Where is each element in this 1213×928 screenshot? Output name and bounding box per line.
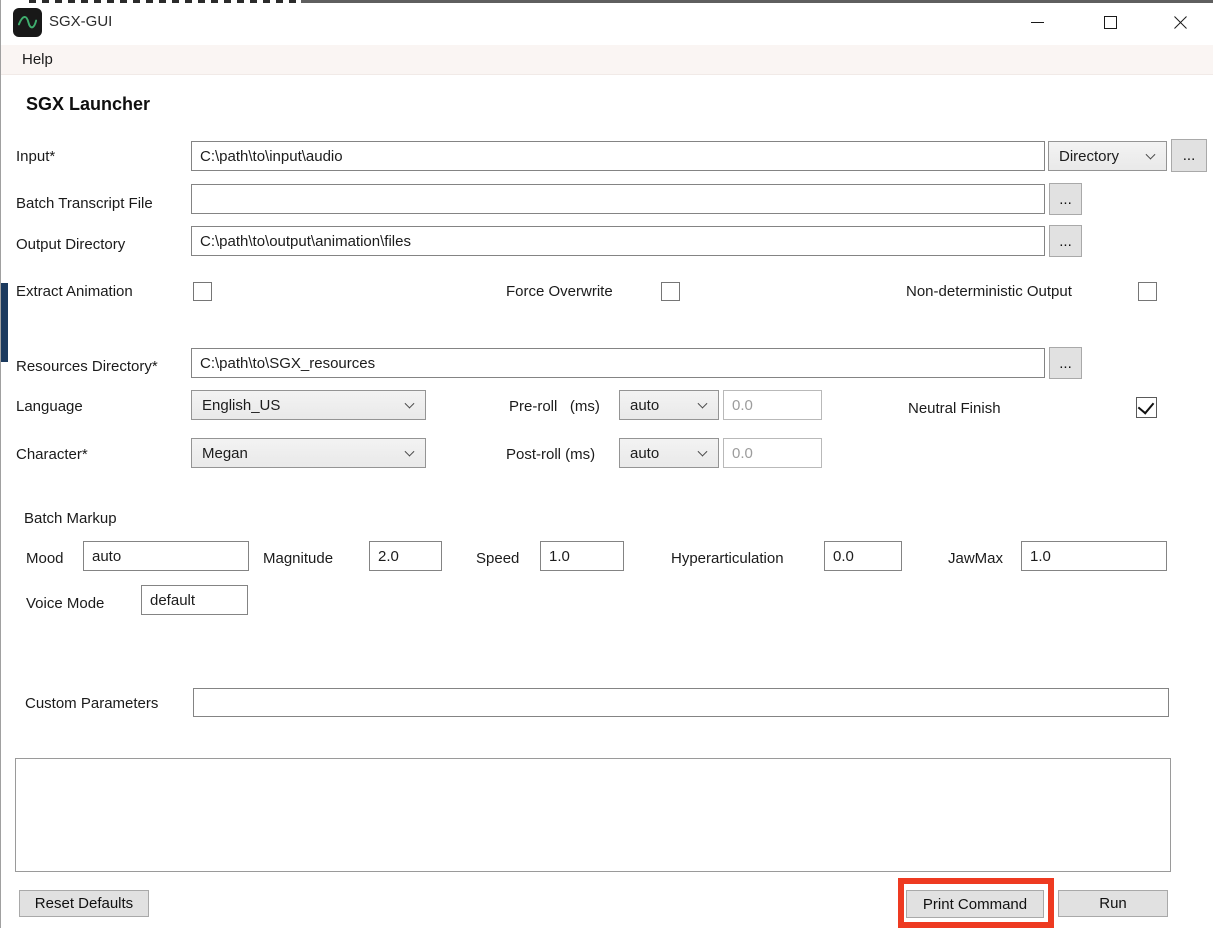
force-overwrite-label: Force Overwrite	[506, 283, 613, 300]
non-deterministic-label: Non-deterministic Output	[906, 283, 1072, 300]
character-value: Megan	[202, 445, 248, 462]
pre-roll-value-field[interactable]	[723, 390, 822, 420]
batch-markup-heading: Batch Markup	[24, 510, 117, 527]
chevron-down-icon	[1146, 150, 1156, 160]
close-button[interactable]	[1157, 0, 1203, 45]
mood-label: Mood	[26, 550, 64, 567]
output-directory-label: Output Directory	[16, 236, 125, 253]
sine-wave-icon	[16, 11, 39, 34]
post-roll-mode-value: auto	[630, 445, 659, 462]
input-label: Input*	[16, 148, 55, 165]
desktop-artifact-strip	[301, 0, 1213, 3]
magnitude-label: Magnitude	[263, 550, 333, 567]
extract-animation-label: Extract Animation	[16, 283, 133, 300]
jawmax-label: JawMax	[948, 550, 1003, 567]
chevron-down-icon	[405, 447, 415, 457]
jawmax-field[interactable]	[1021, 541, 1167, 571]
voice-mode-label: Voice Mode	[26, 595, 104, 612]
pre-roll-label: Pre-roll (ms)	[509, 398, 600, 415]
language-label: Language	[16, 398, 83, 415]
output-directory-browse-button[interactable]: ...	[1049, 225, 1082, 257]
app-icon	[13, 8, 42, 37]
post-roll-value-field[interactable]	[723, 438, 822, 468]
neutral-finish-checkbox[interactable]	[1136, 397, 1157, 418]
batch-transcript-browse-button[interactable]: ...	[1049, 183, 1082, 215]
magnitude-field[interactable]	[369, 541, 442, 571]
maximize-button[interactable]	[1087, 0, 1133, 45]
character-label: Character*	[16, 446, 88, 463]
pre-roll-mode-value: auto	[630, 397, 659, 414]
custom-parameters-label: Custom Parameters	[25, 695, 158, 712]
titlebar: SGX-GUI	[1, 0, 1213, 45]
maximize-icon	[1104, 16, 1117, 29]
custom-parameters-field[interactable]	[193, 688, 1169, 717]
post-roll-label: Post-roll (ms)	[506, 446, 595, 463]
menubar: Help	[1, 45, 1213, 75]
language-value: English_US	[202, 397, 280, 414]
non-deterministic-checkbox[interactable]	[1138, 282, 1157, 301]
resources-directory-label: Resources Directory*	[16, 358, 158, 375]
pre-roll-mode-select[interactable]: auto	[619, 390, 719, 420]
speed-label: Speed	[476, 550, 519, 567]
mood-field[interactable]	[83, 541, 249, 571]
language-select[interactable]: English_US	[191, 390, 426, 420]
window-title: SGX-GUI	[49, 13, 112, 30]
voice-mode-field[interactable]	[141, 585, 248, 615]
resources-directory-field[interactable]	[191, 348, 1045, 378]
print-command-button[interactable]: Print Command	[906, 890, 1044, 918]
hyperarticulation-field[interactable]	[824, 541, 902, 571]
batch-transcript-label: Batch Transcript File	[16, 195, 153, 212]
hyperarticulation-label: Hyperarticulation	[671, 550, 784, 567]
input-path-field[interactable]	[191, 141, 1045, 171]
minimize-button[interactable]	[1014, 0, 1060, 45]
neutral-finish-label: Neutral Finish	[908, 400, 1001, 417]
console-output[interactable]	[15, 758, 1171, 872]
run-button[interactable]: Run	[1058, 890, 1168, 917]
batch-transcript-field[interactable]	[191, 184, 1045, 214]
minimize-icon	[1031, 22, 1044, 23]
close-icon	[1173, 15, 1188, 30]
chevron-down-icon	[698, 447, 708, 457]
speed-field[interactable]	[540, 541, 624, 571]
page-title: SGX Launcher	[26, 94, 150, 115]
character-select[interactable]: Megan	[191, 438, 426, 468]
app-window: SGX-GUI Help SGX Launcher Input* Directo…	[0, 0, 1213, 928]
input-mode-select[interactable]: Directory	[1048, 141, 1167, 171]
background-window-fragment	[1, 283, 8, 362]
force-overwrite-checkbox[interactable]	[661, 282, 680, 301]
post-roll-mode-select[interactable]: auto	[619, 438, 719, 468]
input-mode-value: Directory	[1059, 148, 1119, 165]
chevron-down-icon	[405, 399, 415, 409]
resources-directory-browse-button[interactable]: ...	[1049, 347, 1082, 379]
menu-help[interactable]: Help	[16, 49, 59, 70]
input-browse-button[interactable]: ...	[1171, 139, 1207, 172]
extract-animation-checkbox[interactable]	[193, 282, 212, 301]
chevron-down-icon	[698, 399, 708, 409]
output-directory-field[interactable]	[191, 226, 1045, 256]
reset-defaults-button[interactable]: Reset Defaults	[19, 890, 149, 917]
